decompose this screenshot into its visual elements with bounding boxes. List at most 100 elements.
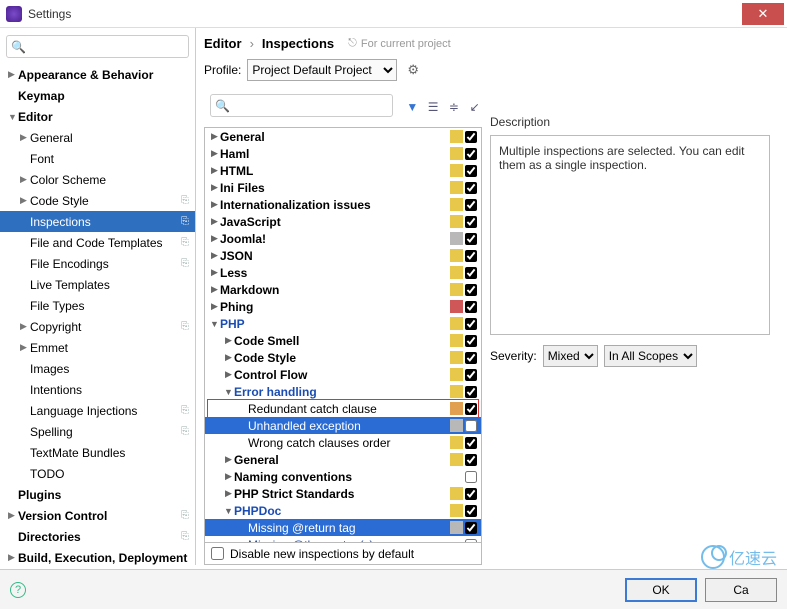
profile-select[interactable]: Project Default Project: [247, 59, 397, 81]
project-config-icon: ⎘: [181, 510, 189, 521]
breadcrumb-editor[interactable]: Editor: [204, 36, 242, 51]
settings-tree-item[interactable]: ▶Emmet: [0, 337, 195, 358]
settings-tree-item[interactable]: ▶Copyright⎘: [0, 316, 195, 337]
filter-icon[interactable]: ▼: [405, 98, 420, 116]
inspections-search[interactable]: 🔍: [210, 94, 393, 117]
inspection-tree-item[interactable]: ▶Joomla!: [205, 230, 481, 247]
inspection-tree-item[interactable]: ▶Code Style: [205, 349, 481, 366]
inspection-checkbox[interactable]: [465, 216, 477, 228]
inspection-tree-item[interactable]: ▶Ini Files: [205, 179, 481, 196]
settings-tree-item[interactable]: Spelling⎘: [0, 421, 195, 442]
inspection-label: Missing @return tag: [248, 521, 450, 535]
inspection-tree-item[interactable]: Redundant catch clause: [205, 400, 481, 417]
scope-select[interactable]: In All Scopes: [604, 345, 697, 367]
inspection-checkbox[interactable]: [465, 318, 477, 330]
settings-tree-item[interactable]: ▶Appearance & Behavior: [0, 64, 195, 85]
inspection-tree-item[interactable]: ▶Internationalization issues: [205, 196, 481, 213]
inspection-checkbox[interactable]: [465, 267, 477, 279]
arrow-icon: ▶: [20, 195, 30, 206]
settings-tree-item[interactable]: File Encodings⎘: [0, 253, 195, 274]
inspection-checkbox[interactable]: [465, 488, 477, 500]
inspection-checkbox[interactable]: [465, 335, 477, 347]
inspection-tree-item[interactable]: ▼PHP: [205, 315, 481, 332]
settings-tree-item[interactable]: Plugins: [0, 484, 195, 505]
inspection-checkbox[interactable]: [465, 454, 477, 466]
inspection-checkbox[interactable]: [465, 301, 477, 313]
settings-tree-item[interactable]: Font: [0, 148, 195, 169]
cancel-button[interactable]: Ca: [705, 578, 777, 602]
inspection-tree-item[interactable]: ▼Error handling: [205, 383, 481, 400]
settings-tree-item[interactable]: ▶Build, Execution, Deployment: [0, 547, 195, 565]
inspection-tree-item[interactable]: Missing @return tag: [205, 519, 481, 536]
inspection-tree-item[interactable]: ▶Markdown: [205, 281, 481, 298]
inspection-tree-item[interactable]: ▶Less: [205, 264, 481, 281]
inspection-tree-item[interactable]: Wrong catch clauses order: [205, 434, 481, 451]
inspection-checkbox[interactable]: [465, 403, 477, 415]
settings-tree-item[interactable]: Live Templates: [0, 274, 195, 295]
expand-all-icon[interactable]: ☰: [426, 98, 441, 116]
close-button[interactable]: ✕: [742, 3, 784, 25]
inspection-tree-item[interactable]: ▶General: [205, 451, 481, 468]
severity-select[interactable]: Mixed: [543, 345, 598, 367]
settings-tree-item[interactable]: Images: [0, 358, 195, 379]
inspection-checkbox[interactable]: [465, 420, 477, 432]
inspection-checkbox[interactable]: [465, 505, 477, 517]
inspection-checkbox[interactable]: [465, 182, 477, 194]
sidebar-search-input[interactable]: [29, 40, 184, 54]
settings-tree-item[interactable]: ▶Code Style⎘: [0, 190, 195, 211]
inspection-checkbox[interactable]: [465, 199, 477, 211]
profile-gear-icon[interactable]: ⚙: [407, 62, 419, 78]
inspection-tree-item[interactable]: ▶Naming conventions: [205, 468, 481, 485]
inspection-checkbox[interactable]: [465, 284, 477, 296]
inspection-checkbox[interactable]: [465, 250, 477, 262]
settings-tree-item[interactable]: File Types: [0, 295, 195, 316]
arrow-icon: ▼: [8, 112, 18, 122]
inspection-tree-item[interactable]: ▶HTML: [205, 162, 481, 179]
inspection-checkbox[interactable]: [465, 522, 477, 534]
settings-tree[interactable]: ▶Appearance & BehaviorKeymap▼Editor▶Gene…: [0, 64, 195, 565]
arrow-icon: ▶: [20, 132, 30, 143]
ok-button[interactable]: OK: [625, 578, 697, 602]
disable-new-row[interactable]: Disable new inspections by default: [204, 543, 482, 565]
inspection-tree-item[interactable]: Missing @throws tag(s): [205, 536, 481, 543]
settings-tree-item[interactable]: Language Injections⎘: [0, 400, 195, 421]
inspection-tree-item[interactable]: ▶General: [205, 128, 481, 145]
settings-tree-item[interactable]: File and Code Templates⎘: [0, 232, 195, 253]
sidebar-search[interactable]: 🔍: [6, 35, 189, 58]
inspection-checkbox[interactable]: [465, 352, 477, 364]
inspection-checkbox[interactable]: [465, 437, 477, 449]
settings-tree-item[interactable]: TextMate Bundles: [0, 442, 195, 463]
settings-tree-item[interactable]: ▶Color Scheme: [0, 169, 195, 190]
inspection-checkbox[interactable]: [465, 148, 477, 160]
inspection-tree-item[interactable]: Unhandled exception: [205, 417, 481, 434]
inspection-tree-item[interactable]: ▶Haml: [205, 145, 481, 162]
inspection-checkbox[interactable]: [465, 471, 477, 483]
settings-tree-item[interactable]: Inspections⎘: [0, 211, 195, 232]
settings-tree-item[interactable]: Intentions: [0, 379, 195, 400]
inspection-checkbox[interactable]: [465, 369, 477, 381]
inspection-tree-item[interactable]: ▼PHPDoc: [205, 502, 481, 519]
settings-tree-item[interactable]: ▶Version Control⎘: [0, 505, 195, 526]
inspection-tree-item[interactable]: ▶PHP Strict Standards: [205, 485, 481, 502]
inspection-checkbox[interactable]: [465, 165, 477, 177]
collapse-all-icon[interactable]: ≑: [446, 98, 461, 116]
inspection-checkbox[interactable]: [465, 233, 477, 245]
inspection-checkbox[interactable]: [465, 539, 477, 544]
reset-icon[interactable]: ↙: [467, 98, 482, 116]
settings-tree-item[interactable]: ▼Editor: [0, 106, 195, 127]
inspection-checkbox[interactable]: [465, 131, 477, 143]
settings-tree-item[interactable]: TODO: [0, 463, 195, 484]
inspection-tree-item[interactable]: ▶Phing: [205, 298, 481, 315]
inspection-tree-item[interactable]: ▶Control Flow: [205, 366, 481, 383]
inspections-tree[interactable]: ▶General▶Haml▶HTML▶Ini Files▶Internation…: [204, 127, 482, 543]
inspection-tree-item[interactable]: ▶JavaScript: [205, 213, 481, 230]
disable-new-checkbox[interactable]: [211, 547, 224, 560]
inspection-tree-item[interactable]: ▶JSON: [205, 247, 481, 264]
help-icon[interactable]: ?: [10, 582, 26, 598]
settings-tree-item[interactable]: ▶General: [0, 127, 195, 148]
inspection-tree-item[interactable]: ▶Code Smell: [205, 332, 481, 349]
settings-tree-item[interactable]: Keymap: [0, 85, 195, 106]
inspections-search-input[interactable]: [233, 99, 388, 113]
settings-tree-item[interactable]: Directories⎘: [0, 526, 195, 547]
inspection-checkbox[interactable]: [465, 386, 477, 398]
